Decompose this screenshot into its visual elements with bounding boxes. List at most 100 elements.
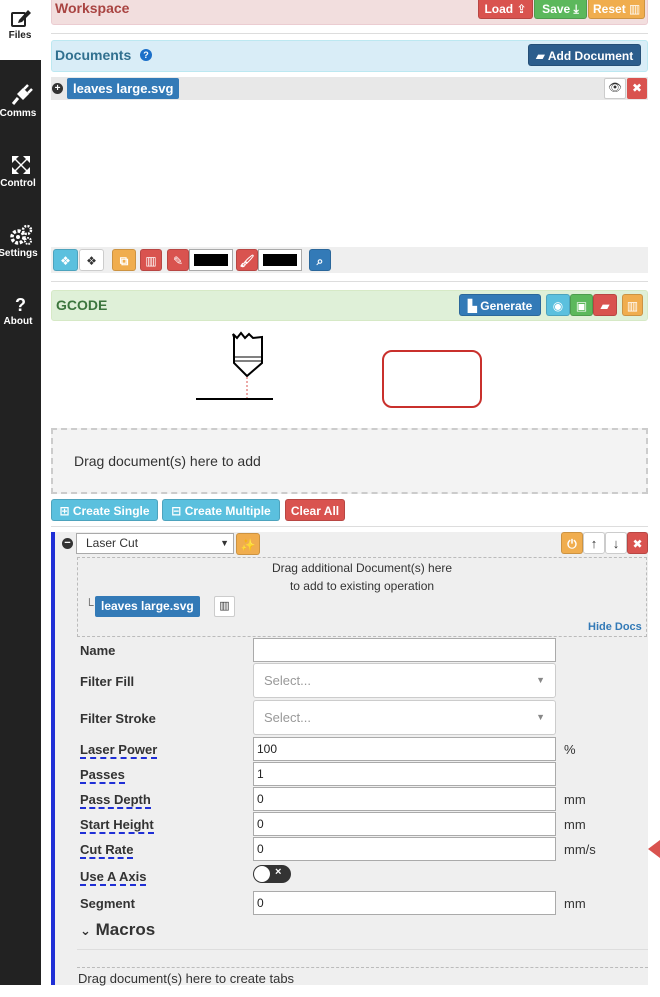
fill-color-swatch[interactable] — [189, 249, 233, 271]
sidebar-item-label: About — [3, 316, 33, 327]
name-label: Name — [80, 643, 116, 658]
select-none-icon[interactable]: ❖ — [79, 249, 104, 271]
operation-type-select[interactable]: Laser Cut ▼ — [76, 533, 234, 554]
sidebar-item-label: Files — [8, 30, 32, 41]
fill-color-pencil-icon[interactable]: ✎ — [167, 249, 189, 271]
save-button[interactable]: Save ⤓ — [534, 0, 587, 19]
search-icon[interactable]: ⌕ — [309, 249, 331, 271]
passes-input[interactable]: 1 — [253, 762, 556, 786]
power-icon[interactable]: ⏻ — [561, 532, 583, 554]
document-file-tag[interactable]: leaves large.svg — [67, 78, 180, 99]
add-document-button[interactable]: ▰ Add Document — [528, 44, 641, 66]
generate-label: Generate — [480, 299, 533, 313]
filter-fill-placeholder: Select... — [264, 673, 311, 688]
close-icon[interactable]: ✖ — [627, 532, 648, 554]
sidebar-item-comms[interactable]: Comms — [0, 84, 41, 119]
passes-label-text: Passes — [80, 767, 125, 784]
save-icon[interactable]: ▣ — [570, 294, 593, 316]
question-icon: ? — [15, 295, 26, 315]
documents-title: Documents — [55, 47, 132, 63]
segment-input[interactable]: 0 — [253, 891, 556, 915]
gears-icon — [0, 224, 41, 246]
sidebar-item-control[interactable]: Control — [0, 154, 41, 189]
fill-color-value — [194, 254, 228, 266]
eye-icon[interactable]: 👁 — [604, 78, 626, 99]
plug-icon — [0, 84, 41, 106]
operation-drop-text: Drag additional Document(s) here — [271, 561, 453, 575]
arrow-down-icon[interactable]: ↓ — [605, 532, 627, 554]
caret-down-icon: ▼ — [536, 675, 545, 685]
trash-icon: ▥ — [629, 2, 641, 16]
filter-stroke-label: Filter Stroke — [80, 711, 156, 726]
trash-icon[interactable]: ▥ — [140, 249, 162, 271]
operation-drop-text: to add to existing operation — [289, 579, 435, 593]
select-all-icon[interactable]: ❖ — [53, 249, 78, 271]
cut-rate-unit: mm/s — [564, 842, 596, 857]
magic-wand-icon[interactable]: ✨ — [236, 533, 260, 555]
cut-rate-label-text: Cut Rate — [80, 842, 134, 859]
tabs-drop-text: Drag document(s) here to create tabs — [78, 971, 295, 986]
pass-depth-unit: mm — [564, 792, 586, 807]
start-height-label-text: Start Height — [80, 817, 154, 834]
laser-power-unit: % — [564, 742, 576, 757]
error-indicator-icon — [648, 840, 660, 858]
copy-icon[interactable]: ⧉ — [112, 249, 136, 271]
folder-open-icon[interactable]: ▰ — [593, 294, 617, 316]
caret-down-icon: ▼ — [220, 538, 229, 548]
start-height-input[interactable]: 0 — [253, 812, 556, 836]
load-button[interactable]: Load ⇪ — [478, 0, 533, 19]
cut-rate-input[interactable]: 0 — [253, 837, 556, 861]
sidebar-item-settings[interactable]: Settings — [0, 224, 41, 259]
stroke-color-swatch[interactable] — [258, 249, 302, 271]
operation-type-value: Laser Cut — [86, 536, 139, 550]
hide-docs-link[interactable]: Hide Docs — [588, 621, 642, 633]
name-input[interactable] — [253, 638, 556, 662]
use-a-axis-label[interactable]: Use A Axis — [80, 869, 147, 886]
laser-cut-diagram — [195, 330, 275, 402]
expand-icon[interactable]: + — [52, 83, 63, 94]
chart-icon: ▙ — [467, 299, 477, 313]
pass-depth-input[interactable]: 0 — [253, 787, 556, 811]
cut-rate-label[interactable]: Cut Rate — [80, 842, 134, 859]
eye-icon[interactable]: ◉ — [546, 294, 570, 316]
sidebar-item-about[interactable]: ? About — [0, 296, 41, 327]
close-icon: × — [275, 866, 282, 878]
create-multiple-icon: ⊟ — [171, 504, 182, 518]
filter-stroke-placeholder: Select... — [264, 710, 311, 725]
use-a-axis-toggle[interactable]: × — [253, 865, 291, 883]
stroke-color-brush-icon[interactable]: 🖌 — [236, 249, 258, 271]
create-single-label: Create Single — [72, 504, 150, 518]
collapse-icon[interactable]: − — [62, 538, 73, 549]
create-multiple-button[interactable]: ⊟ Create Multiple — [162, 499, 280, 521]
segment-label: Segment — [80, 896, 135, 911]
operation-document-tag[interactable]: leaves large.svg — [95, 596, 200, 617]
laser-power-label[interactable]: Laser Power — [80, 742, 158, 759]
filter-fill-select[interactable]: Select... ▼ — [253, 663, 556, 698]
macros-toggle[interactable]: ⌄ Macros — [80, 920, 155, 940]
edit-icon — [0, 8, 41, 28]
start-height-label[interactable]: Start Height — [80, 817, 154, 834]
folder-open-icon: ▰ — [535, 49, 545, 63]
close-icon[interactable]: ✖ — [627, 78, 647, 99]
toggle-knob — [254, 866, 270, 882]
workspace-title: Workspace — [55, 0, 130, 16]
sidebar-item-files[interactable]: Files — [0, 8, 41, 41]
arrow-up-icon[interactable]: ↑ — [583, 532, 605, 554]
passes-label[interactable]: Passes — [80, 767, 125, 784]
clear-all-button[interactable]: Clear All — [285, 499, 345, 521]
filter-stroke-select[interactable]: Select... ▼ — [253, 700, 556, 735]
trash-icon[interactable]: ▥ — [214, 596, 235, 617]
create-single-icon: ⊞ — [59, 504, 70, 518]
upload-icon: ⇪ — [516, 2, 527, 16]
reset-button[interactable]: Reset ▥ — [588, 0, 645, 19]
create-single-button[interactable]: ⊞ Create Single — [51, 499, 158, 521]
laser-power-input[interactable]: 100 — [253, 737, 556, 761]
trash-icon[interactable]: ▥ — [622, 294, 643, 316]
pass-depth-label-text: Pass Depth — [80, 792, 151, 809]
tree-branch-icon: └ — [85, 598, 94, 612]
caret-down-icon: ▼ — [536, 712, 545, 722]
generate-button[interactable]: ▙ Generate — [459, 294, 541, 316]
pass-depth-label[interactable]: Pass Depth — [80, 792, 151, 809]
chevron-down-icon: ⌄ — [80, 923, 91, 938]
help-icon[interactable]: ? — [140, 49, 152, 61]
